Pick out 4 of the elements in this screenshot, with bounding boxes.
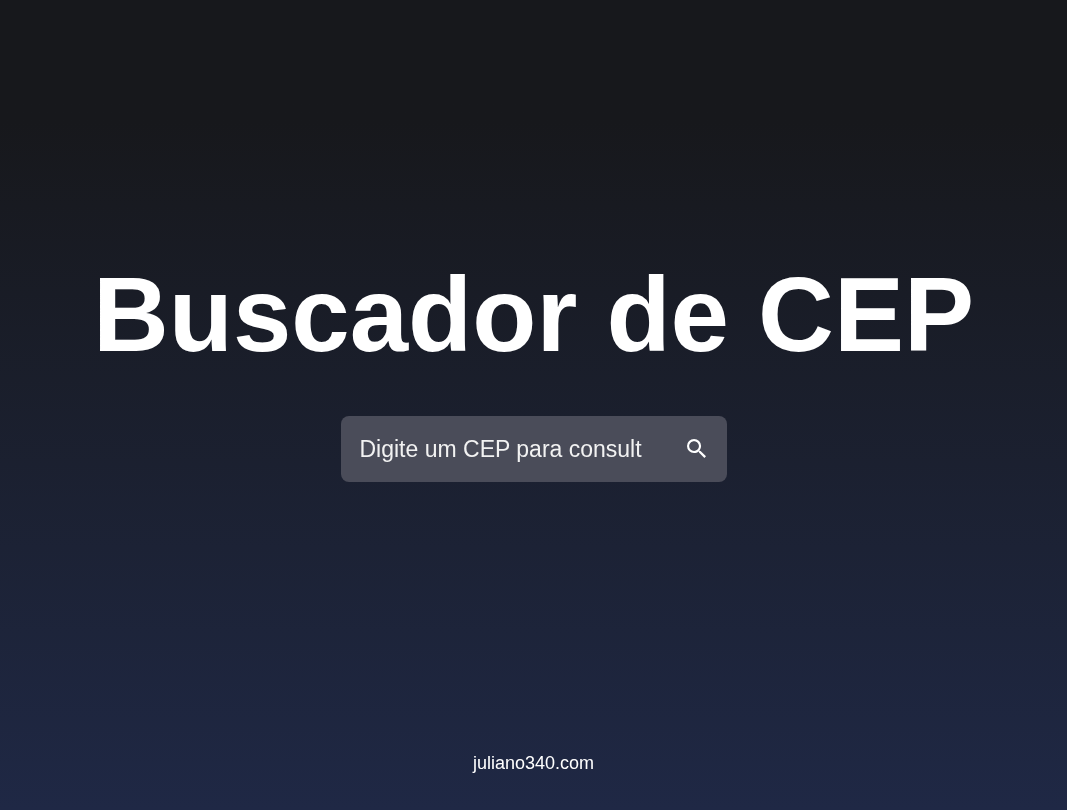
page-title: Buscador de CEP	[92, 262, 975, 367]
footer-link[interactable]: juliano340.com	[472, 750, 595, 777]
search-field[interactable]: Digite um CEP para consult	[340, 416, 727, 482]
search-icon[interactable]	[686, 439, 706, 458]
